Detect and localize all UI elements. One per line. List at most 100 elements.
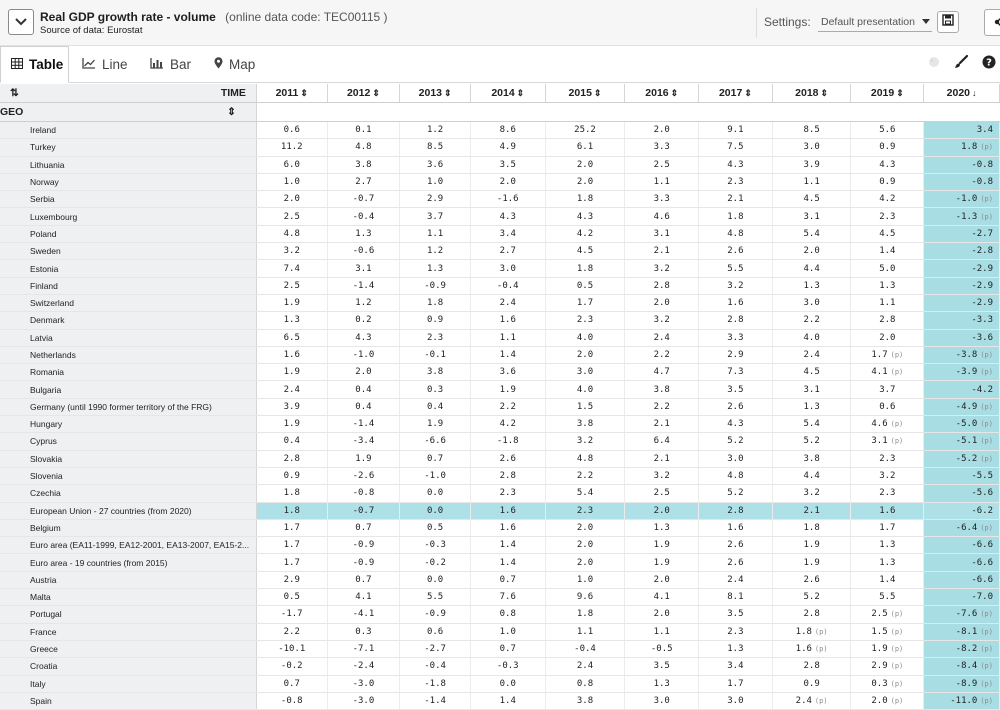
geo-cell[interactable]: Serbia <box>0 190 257 209</box>
year-header[interactable]: 2017 ⇕ <box>698 84 773 103</box>
geo-cell[interactable]: Estonia <box>0 259 257 278</box>
geo-cell[interactable]: Czechia <box>0 484 257 503</box>
geo-cell[interactable]: Romania <box>0 363 257 382</box>
geo-cell[interactable]: Malta <box>0 588 257 607</box>
value-cell: 0.5 <box>545 277 626 295</box>
year-header[interactable]: 2012 ⇕ <box>327 84 401 103</box>
value-cell: 0.4 <box>327 398 401 417</box>
geo-cell[interactable]: Ireland <box>0 121 257 140</box>
provisional-flag: (p) <box>890 351 904 359</box>
value-cell: -3.8 (p) <box>923 346 1000 365</box>
geo-cell[interactable]: Denmark <box>0 311 257 330</box>
year-header[interactable]: 2018 ⇕ <box>772 84 852 103</box>
geo-cell[interactable]: Luxembourg <box>0 207 257 226</box>
swap-axes-icon[interactable]: ⇅ <box>0 87 19 99</box>
value-cell: -0.9 <box>327 553 401 572</box>
value-cell: 2.8 <box>698 502 773 520</box>
value-cell: 2.4 <box>624 329 700 347</box>
provisional-flag: (p) <box>980 143 993 152</box>
provisional-flag: (p) <box>890 627 904 636</box>
help-icon[interactable]: ? <box>982 55 996 74</box>
geo-cell[interactable]: Turkey <box>0 138 257 157</box>
geo-cell[interactable]: Finland <box>0 277 257 295</box>
value-cell: 3.5 <box>624 657 700 676</box>
value-cell: 3.8 <box>772 450 852 468</box>
geo-cell[interactable]: Croatia <box>0 657 257 676</box>
geo-cell[interactable]: Spain <box>0 692 257 710</box>
value-cell: -6.6 <box>923 536 1000 555</box>
value-cell: 1.3 <box>698 640 773 659</box>
value-cell: 1.8 <box>256 502 328 520</box>
value-cell: 0.3 <box>399 380 471 399</box>
tab-map[interactable]: Map <box>204 46 266 82</box>
save-button[interactable] <box>937 11 959 33</box>
tab-table[interactable]: Table <box>0 46 69 83</box>
brush-icon[interactable] <box>954 54 969 74</box>
year-header[interactable]: 2015 ⇕ <box>545 84 626 103</box>
geo-cell[interactable]: Belgium <box>0 519 257 538</box>
value-cell: 4.3 <box>327 329 401 347</box>
geo-cell[interactable]: Austria <box>0 571 257 590</box>
geo-cell[interactable]: Lithuania <box>0 156 257 174</box>
geo-cell[interactable]: Slovenia <box>0 467 257 486</box>
geo-cell[interactable]: Switzerland <box>0 294 257 313</box>
geo-cell[interactable]: Latvia <box>0 329 257 347</box>
geo-cell[interactable]: Sweden <box>0 242 257 261</box>
geo-cell[interactable]: Germany (until 1990 former territory of … <box>0 398 257 417</box>
value-cell: 2.7 <box>327 173 401 192</box>
geo-cell[interactable]: Euro area - 19 countries (from 2015) <box>0 553 257 572</box>
table-row: France 2.2 0.3 0.6 1.0 1.1 1.1 2.3 1.8 (p) 1.5 (p) -… <box>0 623 1000 641</box>
geo-cell[interactable]: Cyprus <box>0 432 257 451</box>
geo-cell[interactable]: European Union - 27 countries (from 2020… <box>0 502 257 520</box>
value-cell: -0.9 <box>399 605 471 624</box>
provisional-flag: (p) <box>980 662 993 671</box>
table-row: Greece -10.1 -7.1 -2.7 0.7 -0.4 -0.5 1.3 1.6 (p) 1… <box>0 640 1000 659</box>
tab-bar[interactable]: Bar <box>140 46 202 82</box>
geo-cell[interactable]: Bulgaria <box>0 380 257 399</box>
value-cell: 0.1 <box>327 121 401 140</box>
provisional-flag: (p) <box>814 696 828 705</box>
year-header-sorted[interactable]: 2020 ↓ <box>923 84 1000 103</box>
geo-cell[interactable]: Poland <box>0 225 257 244</box>
geo-cell[interactable]: Hungary <box>0 415 257 434</box>
value-cell: -1.4 <box>327 415 401 434</box>
table-row: Slovakia 2.8 1.9 0.7 2.6 4.8 2.1 3.0 3.8 2.3 -5.2(… <box>0 450 1000 468</box>
table-row: Czechia 1.8 -0.8 0.0 2.3 5.4 2.5 5.2 3.2 2.3 -5.6 <box>0 484 1000 503</box>
value-cell: 3.0 <box>470 259 546 278</box>
value-cell: 3.8 <box>399 363 471 382</box>
geo-cell[interactable]: Slovakia <box>0 450 257 468</box>
year-header[interactable]: 2014 ⇕ <box>470 84 546 103</box>
palette-icon[interactable] <box>928 55 940 73</box>
table-row: Euro area - 19 countries (from 2015) 1.7-… <box>0 553 1000 572</box>
settings-dropdown[interactable]: Default presentation <box>818 12 932 32</box>
provisional-flag: (p) <box>980 368 993 377</box>
value-cell: 3.3 <box>698 329 773 347</box>
value-cell: 5.5 <box>399 588 471 607</box>
year-header[interactable]: 2016 ⇕ <box>624 84 700 103</box>
value-cell: -3.4 <box>327 432 401 451</box>
value-cell: 2.2 <box>624 398 700 417</box>
year-header[interactable]: 2013 ⇕ <box>399 84 471 103</box>
provisional-flag: (p) <box>980 523 993 532</box>
year-header[interactable]: 2019 ⇕ <box>850 84 925 103</box>
value-cell: 3.0 <box>545 363 626 382</box>
geo-cell[interactable]: Norway <box>0 173 257 192</box>
year-header[interactable]: 2011 ⇕ <box>256 84 328 103</box>
geo-cell[interactable]: Netherlands <box>0 346 257 365</box>
value-cell: 0.6 <box>850 398 925 417</box>
geo-cell[interactable]: Portugal <box>0 605 257 624</box>
line-chart-icon <box>82 57 96 72</box>
geo-cell[interactable]: Italy <box>0 675 257 693</box>
value-cell: 2.3 <box>545 311 626 330</box>
value-cell: -4.2 <box>923 380 1000 399</box>
sort-icon[interactable]: ⇕ <box>227 106 255 118</box>
geo-cell[interactable]: France <box>0 623 257 641</box>
value-cell: 3.1 <box>624 225 700 244</box>
geo-cell[interactable]: Greece <box>0 640 257 659</box>
geo-cell[interactable]: Euro area (EA11-1999, EA12-2001, EA13-20… <box>0 536 257 555</box>
value-cell: -2.9 <box>923 259 1000 278</box>
value-cell: 1.7 <box>256 536 328 555</box>
collapse-button[interactable] <box>8 9 34 35</box>
tab-line[interactable]: Line <box>72 46 138 82</box>
share-button[interactable] <box>984 9 1000 36</box>
